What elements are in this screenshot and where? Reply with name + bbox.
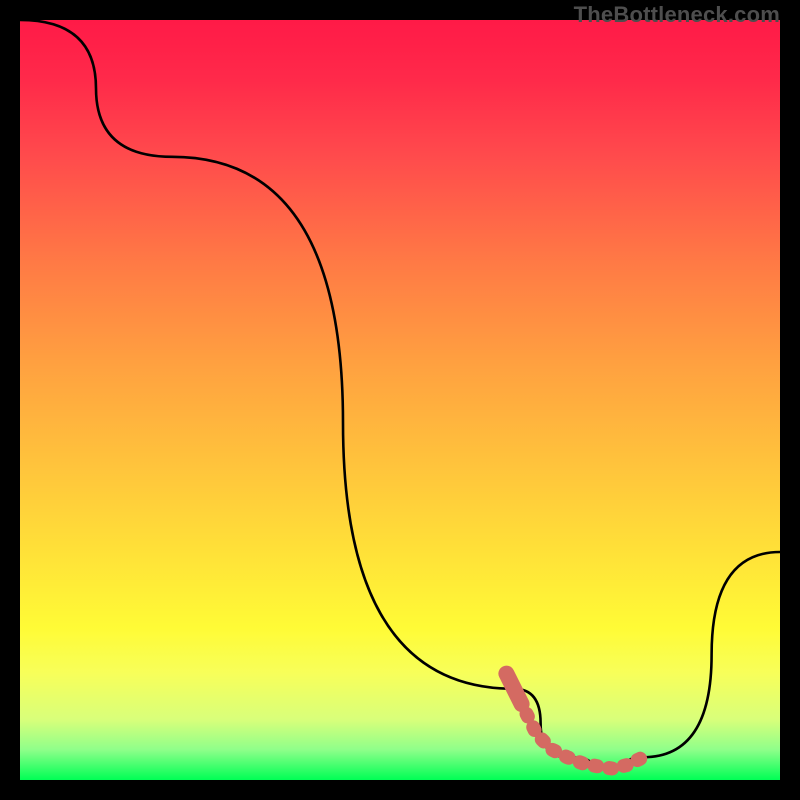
curve-line — [20, 20, 780, 769]
gradient-plot-area — [20, 20, 780, 780]
valley-highlight — [506, 674, 643, 769]
chart-svg — [20, 20, 780, 780]
valley-highlight-stub — [506, 674, 521, 704]
watermark: TheBottleneck.com — [574, 2, 780, 28]
